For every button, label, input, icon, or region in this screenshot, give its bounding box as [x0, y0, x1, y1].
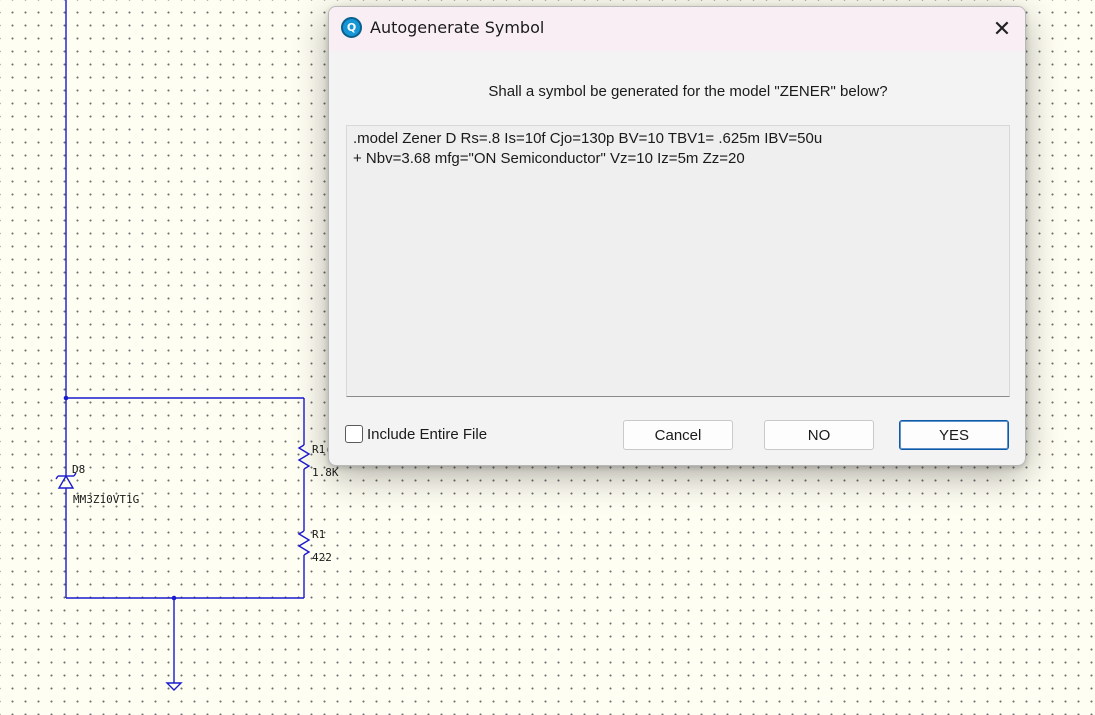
diode-value-label[interactable]: MM3Z10VT1G — [73, 493, 139, 506]
model-text-area[interactable]: .model Zener D Rs=.8 Is=10f Cjo=130p BV=… — [346, 125, 1010, 397]
yes-button[interactable]: YES — [899, 420, 1009, 450]
resistor-r10-symbol[interactable] — [297, 444, 311, 470]
diode-ref-label[interactable]: D8 — [72, 463, 85, 476]
junction-dot-left — [63, 395, 69, 401]
include-entire-file-checkbox[interactable] — [345, 425, 363, 443]
dialog-titlebar[interactable]: Q Autogenerate Symbol ✕ — [329, 7, 1025, 51]
junction-dot-ground — [171, 595, 177, 601]
resistor-r1-symbol[interactable] — [297, 530, 311, 556]
no-button[interactable]: NO — [764, 420, 874, 450]
close-icon: ✕ — [992, 16, 1012, 42]
autogenerate-symbol-dialog: Q Autogenerate Symbol ✕ Shall a symbol b… — [328, 6, 1026, 466]
resistor-r1-value-label[interactable]: 422 — [312, 551, 332, 564]
cancel-button[interactable]: Cancel — [623, 420, 733, 450]
dialog-title: Autogenerate Symbol — [370, 18, 545, 37]
model-line: .model Zener D Rs=.8 Is=10f Cjo=130p BV=… — [353, 130, 823, 147]
resistor-r1-ref-label[interactable]: R1 — [312, 528, 325, 541]
model-line: + Nbv=3.68 mfg="ON Semiconductor" Vz=10 … — [353, 150, 745, 167]
dialog-prompt: Shall a symbol be generated for the mode… — [488, 83, 888, 100]
ground-symbol[interactable] — [165, 682, 183, 691]
resistor-r10-value-label[interactable]: 1.8K — [312, 466, 339, 479]
close-button[interactable]: ✕ — [979, 7, 1025, 51]
qspice-q-icon: Q — [341, 17, 362, 38]
include-entire-file-option[interactable]: Include Entire File — [345, 425, 487, 443]
include-entire-file-label[interactable]: Include Entire File — [367, 426, 487, 443]
